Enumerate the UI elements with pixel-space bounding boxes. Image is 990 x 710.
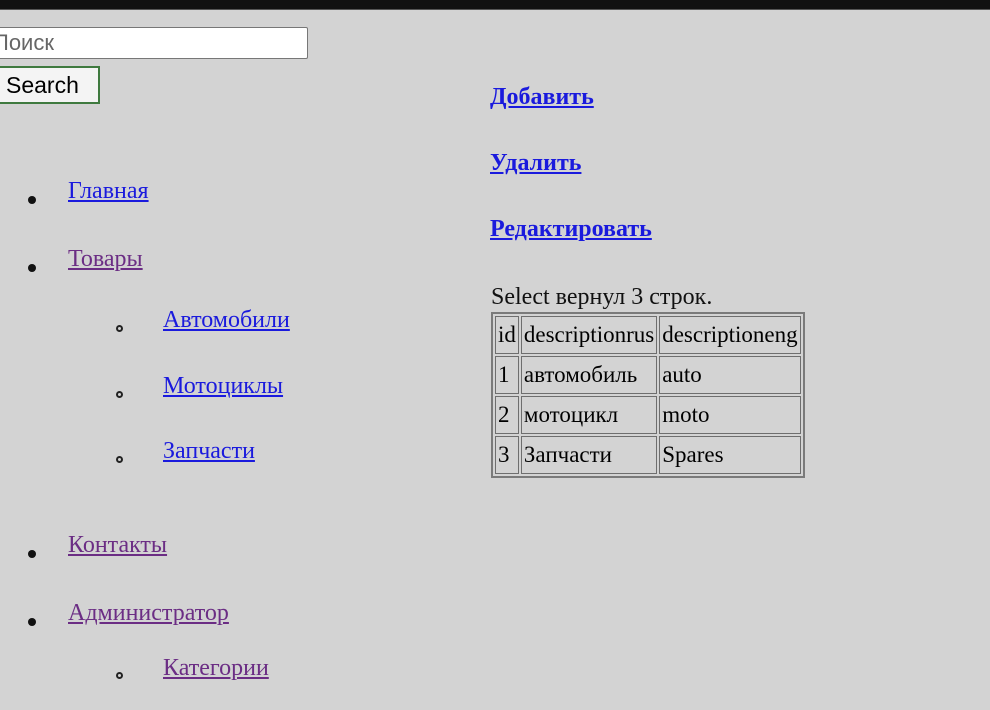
delete-link[interactable]: Удалить bbox=[490, 150, 581, 177]
table-row: 3 Запчасти Spares bbox=[495, 436, 801, 474]
sublist-circle-icon bbox=[116, 672, 123, 679]
sublist-circle-icon bbox=[116, 391, 123, 398]
sublist-circle-icon bbox=[116, 325, 123, 332]
table-row: 2 мотоцикл moto bbox=[495, 396, 801, 434]
nav-link-motorcycles[interactable]: Мотоциклы bbox=[163, 373, 283, 400]
sublist-circle-icon bbox=[116, 456, 123, 463]
nav-link-cars[interactable]: Автомобили bbox=[163, 307, 290, 334]
nav-link-home[interactable]: Главная bbox=[68, 178, 149, 205]
add-link[interactable]: Добавить bbox=[490, 84, 594, 111]
window-top-border bbox=[0, 0, 990, 10]
table-cell: автомобиль bbox=[520, 356, 658, 394]
table-cell: мотоцикл bbox=[520, 396, 658, 434]
search-input[interactable] bbox=[0, 27, 308, 59]
table-cell: 2 bbox=[495, 396, 519, 434]
table-cell: Spares bbox=[659, 436, 801, 474]
list-bullet-icon bbox=[28, 550, 36, 558]
table-row: 1 автомобиль auto bbox=[495, 356, 801, 394]
table-header-row: id descriptionrus descriptioneng bbox=[495, 316, 801, 354]
results-table: id descriptionrus descriptioneng 1 автом… bbox=[491, 312, 805, 478]
column-header: id bbox=[495, 316, 519, 354]
table-cell: Запчасти bbox=[520, 436, 658, 474]
nav-link-contacts[interactable]: Контакты bbox=[68, 532, 167, 559]
column-header: descriptionrus bbox=[520, 316, 658, 354]
nav-link-spare-parts[interactable]: Запчасти bbox=[163, 438, 255, 465]
nav-link-products[interactable]: Товары bbox=[68, 246, 143, 273]
table-cell: 1 bbox=[495, 356, 519, 394]
table-cell: auto bbox=[659, 356, 801, 394]
list-bullet-icon bbox=[28, 618, 36, 626]
nav-link-admin[interactable]: Администратор bbox=[68, 600, 229, 627]
query-status-text: Select вернул 3 строк. bbox=[491, 284, 713, 310]
column-header: descriptioneng bbox=[659, 316, 801, 354]
nav-link-categories[interactable]: Категории bbox=[163, 655, 269, 682]
search-button[interactable]: Search bbox=[0, 66, 100, 104]
list-bullet-icon bbox=[28, 196, 36, 204]
table-cell: 3 bbox=[495, 436, 519, 474]
table-cell: moto bbox=[659, 396, 801, 434]
edit-link[interactable]: Редактировать bbox=[490, 216, 652, 243]
list-bullet-icon bbox=[28, 264, 36, 272]
